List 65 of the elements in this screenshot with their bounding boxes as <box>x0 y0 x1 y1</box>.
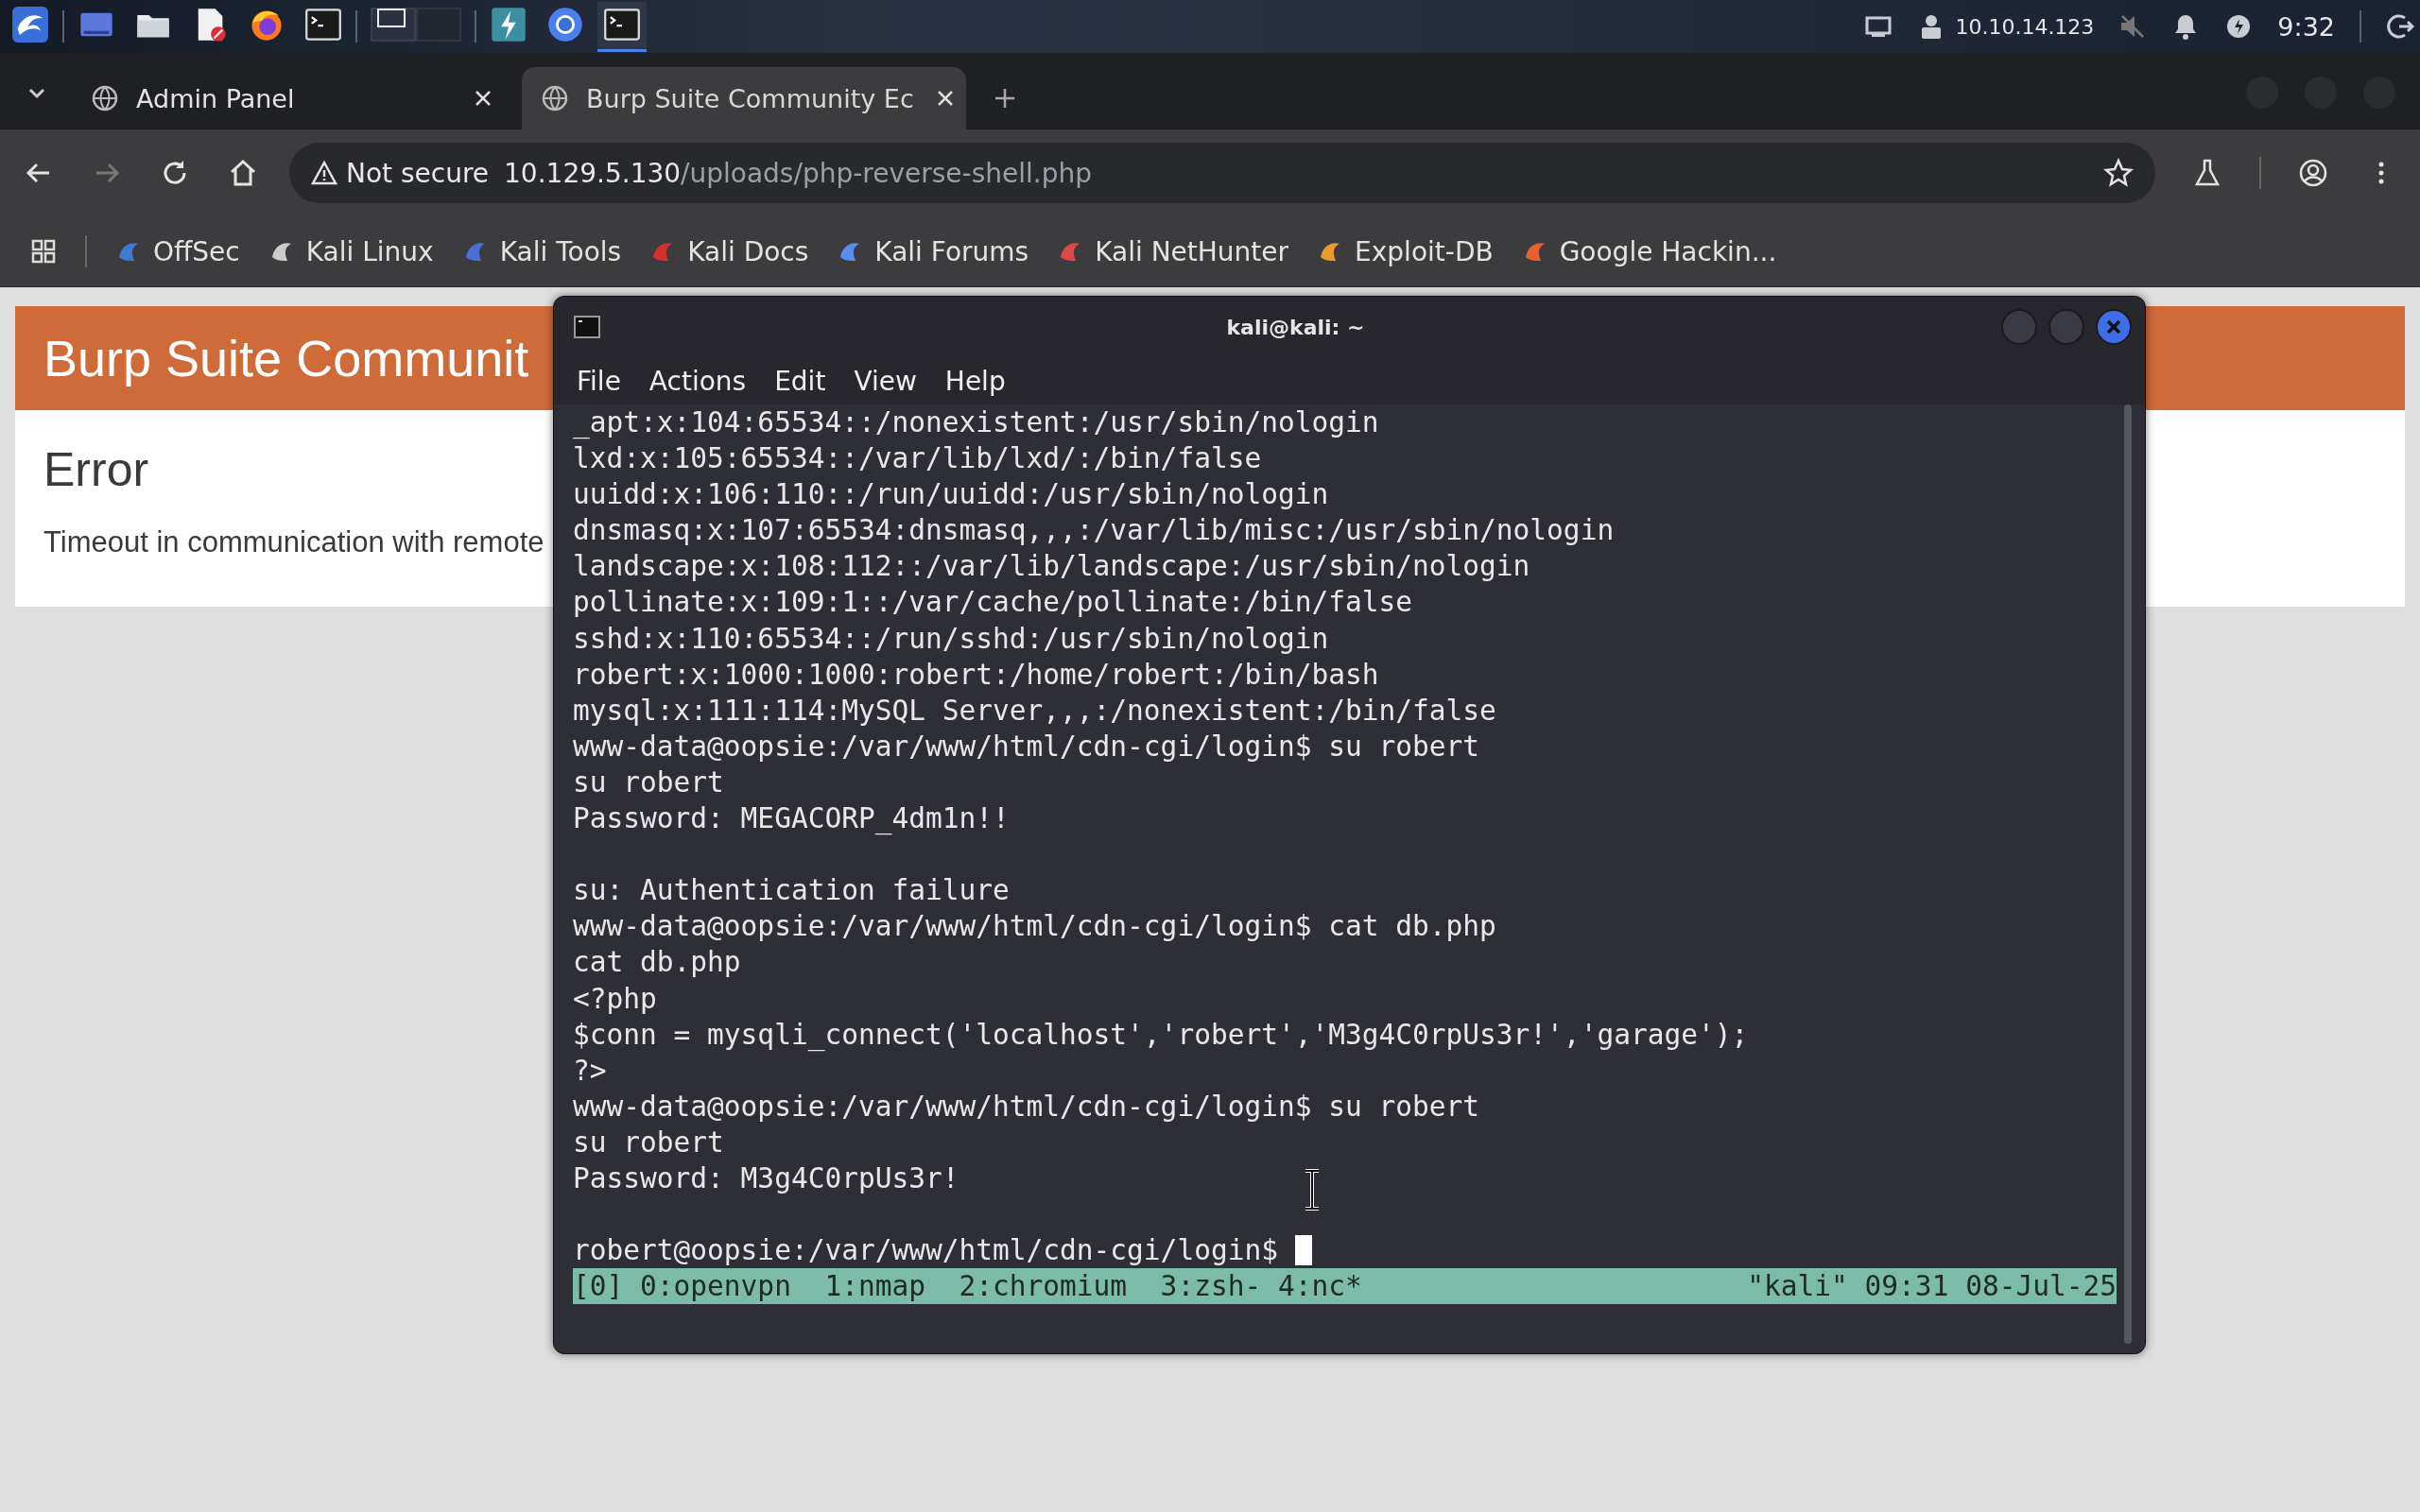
terminal-line: su: Authentication failure <box>573 873 1010 909</box>
terminal-line: cat db.php <box>573 945 741 981</box>
browser-tab[interactable]: Admin Panel <box>72 67 516 129</box>
bookmark[interactable]: Exploit-DB <box>1317 235 1494 267</box>
terminal-line: su robert <box>573 1125 724 1160</box>
close-button[interactable] <box>2096 309 2132 345</box>
page-title: Burp Suite Communit <box>43 329 529 387</box>
terminal-line: ?> <box>573 1053 607 1089</box>
terminal-line: www-data@oopsie:/var/www/html/cdn-cgi/login$ su robert <box>573 729 1480 765</box>
security-indicator[interactable]: Not secure <box>310 157 490 189</box>
terminal-line: $conn = mysqli_connect('localhost','robert','M3g4C0rpUs3r!','garage'); <box>573 1017 1749 1053</box>
terminal-line: dnsmasq:x:107:65534:dnsmasq,,,:/var/lib/misc:/usr/sbin/nologin <box>573 513 1615 549</box>
taskbar-app[interactable] <box>597 1 647 52</box>
globe-icon <box>91 84 119 112</box>
menu-item[interactable]: Actions <box>639 361 756 401</box>
terminal-line: Password: MEGACORP_4dm1n!! <box>573 801 1010 837</box>
url-text: 10.129.5.130/uploads/php-reverse-shell.php <box>504 157 1093 189</box>
text-cursor-icon <box>1303 1169 1322 1211</box>
bookmark[interactable]: Kali NetHunter <box>1057 235 1289 267</box>
terminal-line: mysql:x:111:114:MySQL Server,,,:/nonexistent:/bin/false <box>573 693 1496 729</box>
terminal-icon <box>573 313 601 341</box>
menu-item[interactable]: Help <box>935 361 1015 401</box>
error-message: Timeout in communication with remote <box>43 525 544 559</box>
bookmark[interactable]: Google Hackin... <box>1521 235 1777 267</box>
scrollbar[interactable] <box>2124 404 2132 1344</box>
globe-icon <box>541 84 569 112</box>
chromium-icon[interactable] <box>546 5 584 43</box>
lightning-icon[interactable] <box>490 5 527 43</box>
terminal-line: lxd:x:105:65534::/var/lib/lxd/:/bin/false <box>573 441 1262 477</box>
bookmark[interactable]: Kali Linux <box>268 235 434 267</box>
terminal-line: sshd:x:110:65534::/run/sshd:/usr/sbin/nologin <box>573 621 1329 657</box>
terminal-line: robert@oopsie:/var/www/html/cdn-cgi/login$ <box>573 1233 1278 1269</box>
workspace-switcher-icon[interactable] <box>371 5 461 43</box>
terminal-line: <?php <box>573 981 657 1017</box>
window-title: kali@kali: ~ <box>1225 315 1366 339</box>
terminal-line: _apt:x:104:65534::/nonexistent:/usr/sbin/nologin <box>573 405 1379 441</box>
bookmark[interactable]: Kali Docs <box>649 235 809 267</box>
menu-item[interactable]: View <box>844 361 926 401</box>
terminal-line: robert:x:1000:1000:robert:/home/robert:/bin/bash <box>573 657 1379 693</box>
bookmark[interactable]: OffSec <box>115 235 240 267</box>
address-bar[interactable]: Not secure 10.129.5.130/uploads/php-reverse-shell.php <box>289 143 2155 203</box>
window-list: [0] 0:openvpn 1:nmap 2:chromium 3:zsh- 4:nc* <box>573 1268 1362 1305</box>
terminal-line: www-data@oopsie:/var/www/html/cdn-cgi/login$ su robert <box>573 1089 1480 1125</box>
ip-address: 10.10.14.123 <box>1955 14 2095 39</box>
logout-icon[interactable] <box>2386 12 2414 41</box>
profile-icon[interactable] <box>2297 157 2329 189</box>
menu-item[interactable]: Edit <box>765 361 836 401</box>
star-icon[interactable] <box>2102 157 2135 189</box>
apps-grid-icon[interactable] <box>30 238 57 265</box>
terminal-line: landscape:x:108:112::/var/lib/landscape:/usr/sbin/nologin <box>573 549 1530 585</box>
dragon-icon[interactable] <box>11 5 49 43</box>
terminal-line: pollinate:x:109:1::/var/cache/pollinate:/bin/false <box>573 585 1413 621</box>
terminal-line: Password: M3g4C0rpUs3r! <box>573 1160 959 1196</box>
terminal-line: www-data@oopsie:/var/www/html/cdn-cgi/login$ cat db.php <box>573 909 1496 945</box>
terminal-line: uuidd:x:106:110::/run/uuidd:/usr/sbin/nologin <box>573 477 1329 513</box>
clock[interactable]: 9:32 <box>2277 11 2335 42</box>
close-icon <box>2105 318 2122 335</box>
menu-item[interactable]: File <box>567 361 631 401</box>
status-info: "kali" 09:31 08-Jul-25 <box>1747 1269 2117 1305</box>
browser-tab[interactable]: Burp Suite Community Ec <box>522 67 966 129</box>
bookmark[interactable]: Kali Tools <box>461 235 622 267</box>
warning-icon <box>310 159 338 187</box>
error-heading: Error <box>43 442 149 497</box>
terminal-line: su robert <box>573 765 724 800</box>
bookmark[interactable]: Kali Forums <box>837 235 1029 267</box>
